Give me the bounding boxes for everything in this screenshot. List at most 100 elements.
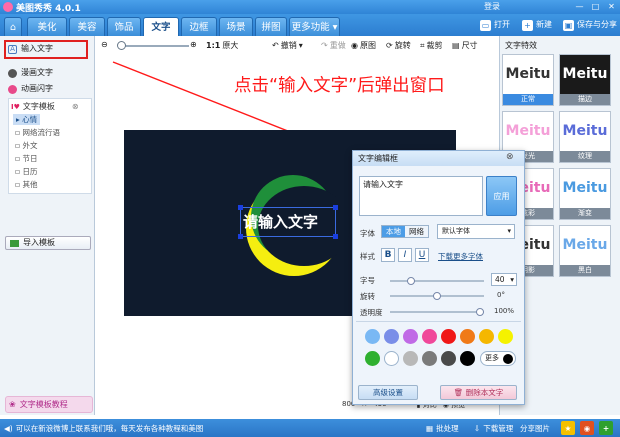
advanced-settings-button[interactable]: 高级设置 — [358, 385, 418, 400]
one-to-one-label: 1:1 — [206, 41, 221, 50]
collapse-icon[interactable]: ⊗ — [72, 102, 79, 111]
resize-handle[interactable] — [333, 205, 338, 210]
download-fonts-link[interactable]: 下载更多字体 — [438, 251, 483, 262]
color-swatch[interactable] — [441, 351, 456, 366]
tab-more[interactable]: 更多功能 ▾ — [289, 17, 340, 36]
zoom-out-icon[interactable]: ⊖ — [101, 40, 108, 49]
text-input[interactable]: 请输入文字 — [359, 176, 483, 216]
effect-texture[interactable]: Meitu 纹理 — [559, 111, 611, 163]
zoom-slider[interactable] — [119, 45, 189, 47]
canvas-text[interactable]: 请输入文字 — [243, 211, 318, 232]
batch-button[interactable]: ▦ 批处理 — [426, 423, 459, 434]
open-button[interactable]: ▭ 打开 — [480, 17, 510, 33]
import-template-button[interactable]: 导入模板 — [5, 236, 91, 250]
delete-text-button[interactable]: 🗑 删除本文字 — [440, 385, 517, 400]
tab-beauty[interactable]: 美容 — [69, 17, 105, 36]
comic-text-label: 漫画文字 — [21, 68, 53, 77]
plus-icon: + — [522, 19, 533, 31]
effect-word: Meitu — [505, 66, 551, 82]
animated-text-button[interactable]: 动画闪字 — [5, 82, 89, 96]
comic-text-button[interactable]: 漫画文字 — [5, 66, 89, 80]
tree-node[interactable]: ▫ 外文 — [15, 140, 37, 151]
tree-node[interactable]: ▫ 网络流行语 — [15, 127, 60, 138]
effects-title: 文字特效 — [505, 41, 537, 50]
undo-dropdown-icon[interactable]: ▾ — [299, 41, 303, 50]
tab-collage[interactable]: 拼图 — [255, 17, 287, 36]
color-swatch[interactable] — [403, 351, 418, 366]
divider — [356, 321, 521, 322]
tree-node[interactable]: ▫ 日历 — [15, 166, 37, 177]
crop-button[interactable]: ⌗ 裁剪 — [420, 40, 443, 51]
bold-button[interactable]: B — [381, 248, 395, 262]
rotate-button[interactable]: ⟳ 旋转 — [386, 40, 411, 51]
share-image-button[interactable]: 分享图片 — [520, 423, 550, 434]
new-button[interactable]: + 新建 — [522, 17, 552, 33]
color-swatch[interactable] — [422, 329, 437, 344]
more-colors-button[interactable]: 更多 — [480, 351, 516, 366]
home-icon[interactable]: ⌂ — [4, 17, 22, 36]
resize-handle[interactable] — [333, 234, 338, 239]
maximize-icon[interactable]: □ — [589, 1, 602, 12]
resize-handle[interactable] — [238, 205, 243, 210]
effect-word: Meitu — [562, 66, 608, 82]
status-bar: ◀) 可以在新浪微博上联系我们哦，每天发布各种教程和美图 ▦ 批处理 ⇩ 下载管理 分… — [0, 419, 620, 437]
minimize-icon[interactable]: — — [573, 1, 586, 12]
underline-button[interactable]: U — [415, 248, 429, 262]
color-swatch[interactable] — [460, 329, 475, 344]
italic-button[interactable]: I — [398, 248, 412, 262]
tutorial-label: 文字模板教程 — [19, 400, 68, 409]
color-swatch[interactable] — [441, 329, 456, 344]
effect-stroke[interactable]: Meitu 描边 — [559, 54, 611, 106]
tab-frame[interactable]: 边框 — [181, 17, 217, 36]
save-share-button[interactable]: ▣ 保存与分享 — [563, 17, 617, 33]
color-swatch[interactable] — [365, 351, 380, 366]
add-icon[interactable]: + — [599, 421, 613, 435]
effect-gradient[interactable]: Meitu 渐变 — [559, 168, 611, 220]
font-local-tab[interactable]: 本地 — [382, 226, 405, 237]
tree-node[interactable]: ▫ 其他 — [15, 179, 37, 190]
zoom-in-icon[interactable]: ⊕ — [190, 40, 197, 49]
tab-accessories[interactable]: 饰品 — [107, 17, 141, 36]
color-swatch[interactable] — [384, 351, 399, 366]
color-swatch[interactable] — [384, 329, 399, 344]
rotate-slider[interactable] — [390, 292, 484, 300]
tree-node[interactable]: ▫ 节日 — [15, 153, 37, 164]
effect-normal[interactable]: Meitu 正常 — [502, 54, 554, 106]
zoom-slider-knob[interactable] — [117, 41, 126, 50]
opacity-slider[interactable] — [390, 308, 484, 316]
close-icon[interactable]: ✕ — [605, 1, 618, 12]
font-select[interactable]: 默认字体 ▾ — [437, 224, 515, 239]
tree-node[interactable]: ▸ 心情 — [13, 114, 41, 125]
rotate-slider-knob[interactable] — [433, 292, 441, 300]
color-swatch[interactable] — [403, 329, 418, 344]
star-icon[interactable]: ★ — [561, 421, 575, 435]
apply-button[interactable]: 应用 — [486, 176, 517, 216]
size-label: 尺寸 — [461, 41, 478, 50]
status-tip-text: 可以在新浪微博上联系我们哦，每天发布各种教程和美图 — [15, 424, 204, 433]
crop-icon: ⌗ — [420, 40, 425, 50]
size-button[interactable]: ▤ 尺寸 — [452, 40, 478, 51]
download-manager-button[interactable]: ⇩ 下载管理 — [474, 423, 513, 434]
opacity-slider-knob[interactable] — [476, 308, 484, 316]
status-tip: ◀) 可以在新浪微博上联系我们哦，每天发布各种教程和美图 — [4, 423, 203, 434]
dialog-close-icon[interactable]: ⊗ — [506, 152, 514, 162]
template-header[interactable]: I♥ 文字模板 ⊗ — [11, 101, 79, 112]
color-swatch[interactable] — [365, 329, 380, 344]
effect-bw[interactable]: Meitu 黑白 — [559, 225, 611, 277]
tab-beautify[interactable]: 美化 — [27, 17, 67, 36]
weibo-icon[interactable]: ◉ — [580, 421, 594, 435]
color-swatch[interactable] — [498, 329, 513, 344]
highlight-box — [4, 40, 88, 59]
tutorial-button[interactable]: ❀ 文字模板教程 — [5, 396, 93, 413]
resize-handle[interactable] — [238, 234, 243, 239]
login-link[interactable]: 登录 — [484, 1, 500, 12]
size-slider[interactable] — [390, 277, 484, 285]
color-swatch[interactable] — [460, 351, 475, 366]
tab-text[interactable]: 文字 — [143, 17, 179, 36]
tab-scene[interactable]: 场景 — [219, 17, 253, 36]
size-select[interactable]: 40 ▾ — [491, 273, 517, 286]
tutorial-icon: ❀ — [9, 400, 16, 409]
color-swatch[interactable] — [479, 329, 494, 344]
font-web-tab[interactable]: 网络 — [405, 226, 428, 237]
color-swatch[interactable] — [422, 351, 437, 366]
